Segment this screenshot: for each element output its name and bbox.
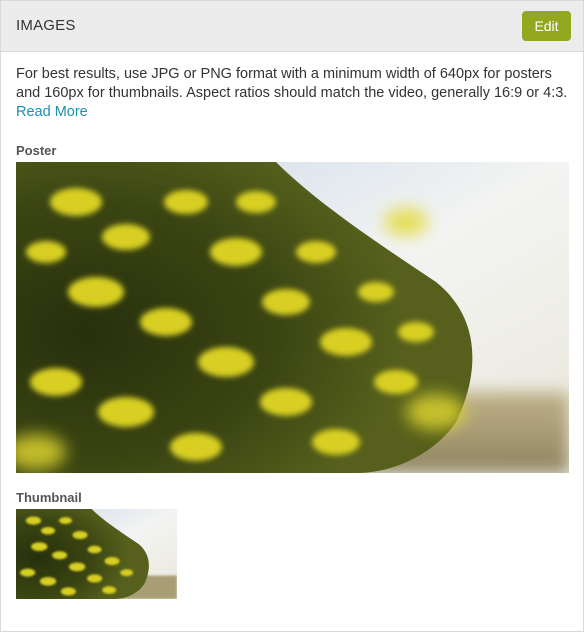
poster-label: Poster [16, 143, 57, 158]
panel-title: IMAGES [16, 17, 76, 34]
edit-button[interactable]: Edit [522, 11, 571, 41]
images-panel: IMAGES Edit For best results, use JPG or… [0, 0, 584, 632]
read-more-link[interactable]: Read More [16, 104, 88, 120]
poster-flowers-photo [16, 162, 569, 473]
help-text-body: For best results, use JPG or PNG format … [16, 66, 568, 101]
thumbnail-image[interactable] [16, 509, 177, 599]
images-help-text: For best results, use JPG or PNG format … [16, 65, 572, 122]
poster-image[interactable] [16, 162, 569, 473]
thumbnail-flowers-photo [16, 509, 177, 599]
panel-header: IMAGES Edit [1, 1, 583, 52]
thumbnail-label: Thumbnail [16, 490, 82, 505]
